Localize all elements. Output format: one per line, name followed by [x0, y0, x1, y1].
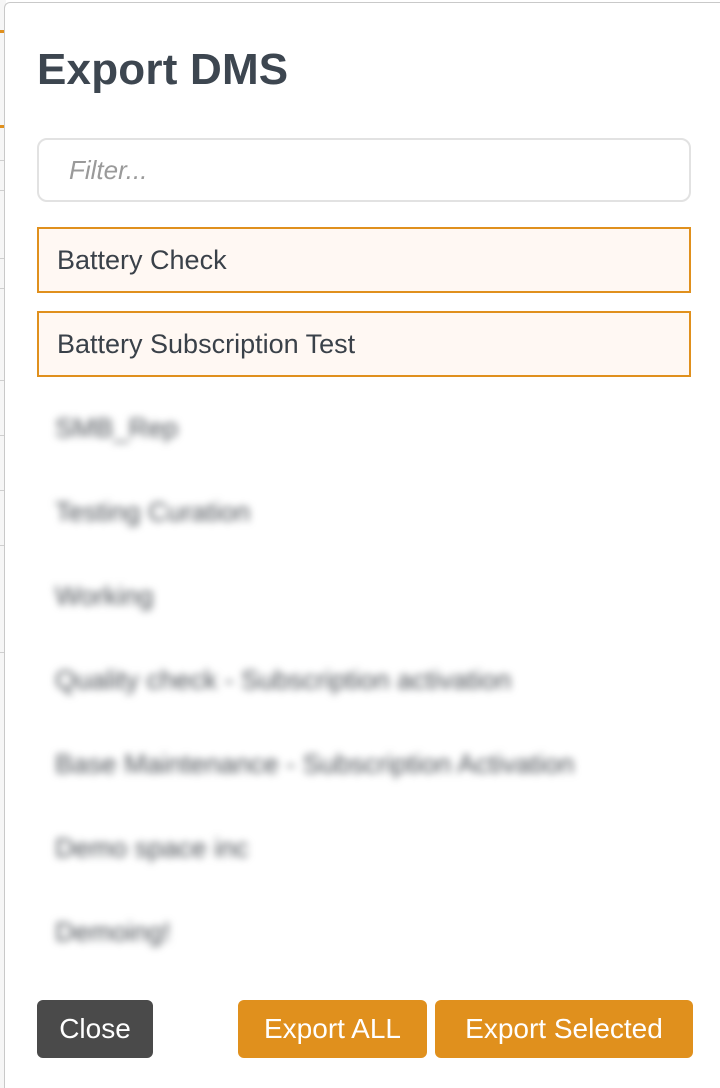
dms-list-item[interactable]: Demo space inc [37, 815, 691, 881]
dms-list-item-label: Demoing! [55, 916, 171, 947]
dms-list-item-label: SMB_Rep [55, 412, 179, 443]
export-dms-modal: Export DMS Battery Check Battery Subscrip… [4, 2, 720, 1088]
dms-list-item-label: Battery Subscription Test [57, 328, 356, 359]
dms-list-item-label: Testing Curation [55, 496, 251, 527]
dms-list-item[interactable]: Quality check - Subscription activation [37, 647, 691, 713]
dms-list-item[interactable]: Working [37, 563, 691, 629]
dms-list-item[interactable]: SMB_Rep [37, 395, 691, 461]
dms-list-item[interactable]: Testing Curation [37, 479, 691, 545]
page: Export DMS Battery Check Battery Subscrip… [0, 0, 720, 1088]
export-all-button[interactable]: Export ALL [238, 1000, 427, 1058]
dms-list-item-label: Base Maintenance - Subscription Activati… [55, 748, 575, 779]
dms-list-item-label: Battery Check [57, 244, 227, 275]
filter-input[interactable] [37, 138, 691, 202]
dms-list-item[interactable]: Base Maintenance - Subscription Activati… [37, 731, 691, 797]
dms-list-item-label: Quality check - Subscription activation [55, 664, 512, 695]
dms-list-item-label: Demo space inc [55, 832, 249, 863]
dms-list-item-label: Working [55, 580, 154, 611]
modal-title: Export DMS [37, 45, 289, 94]
dms-list-item[interactable]: Battery Subscription Test [37, 311, 691, 377]
dms-list-item[interactable]: Battery Check [37, 227, 691, 293]
dms-list-item[interactable]: Demoing! [37, 899, 691, 965]
export-selected-button[interactable]: Export Selected [435, 1000, 693, 1058]
close-button[interactable]: Close [37, 1000, 153, 1058]
